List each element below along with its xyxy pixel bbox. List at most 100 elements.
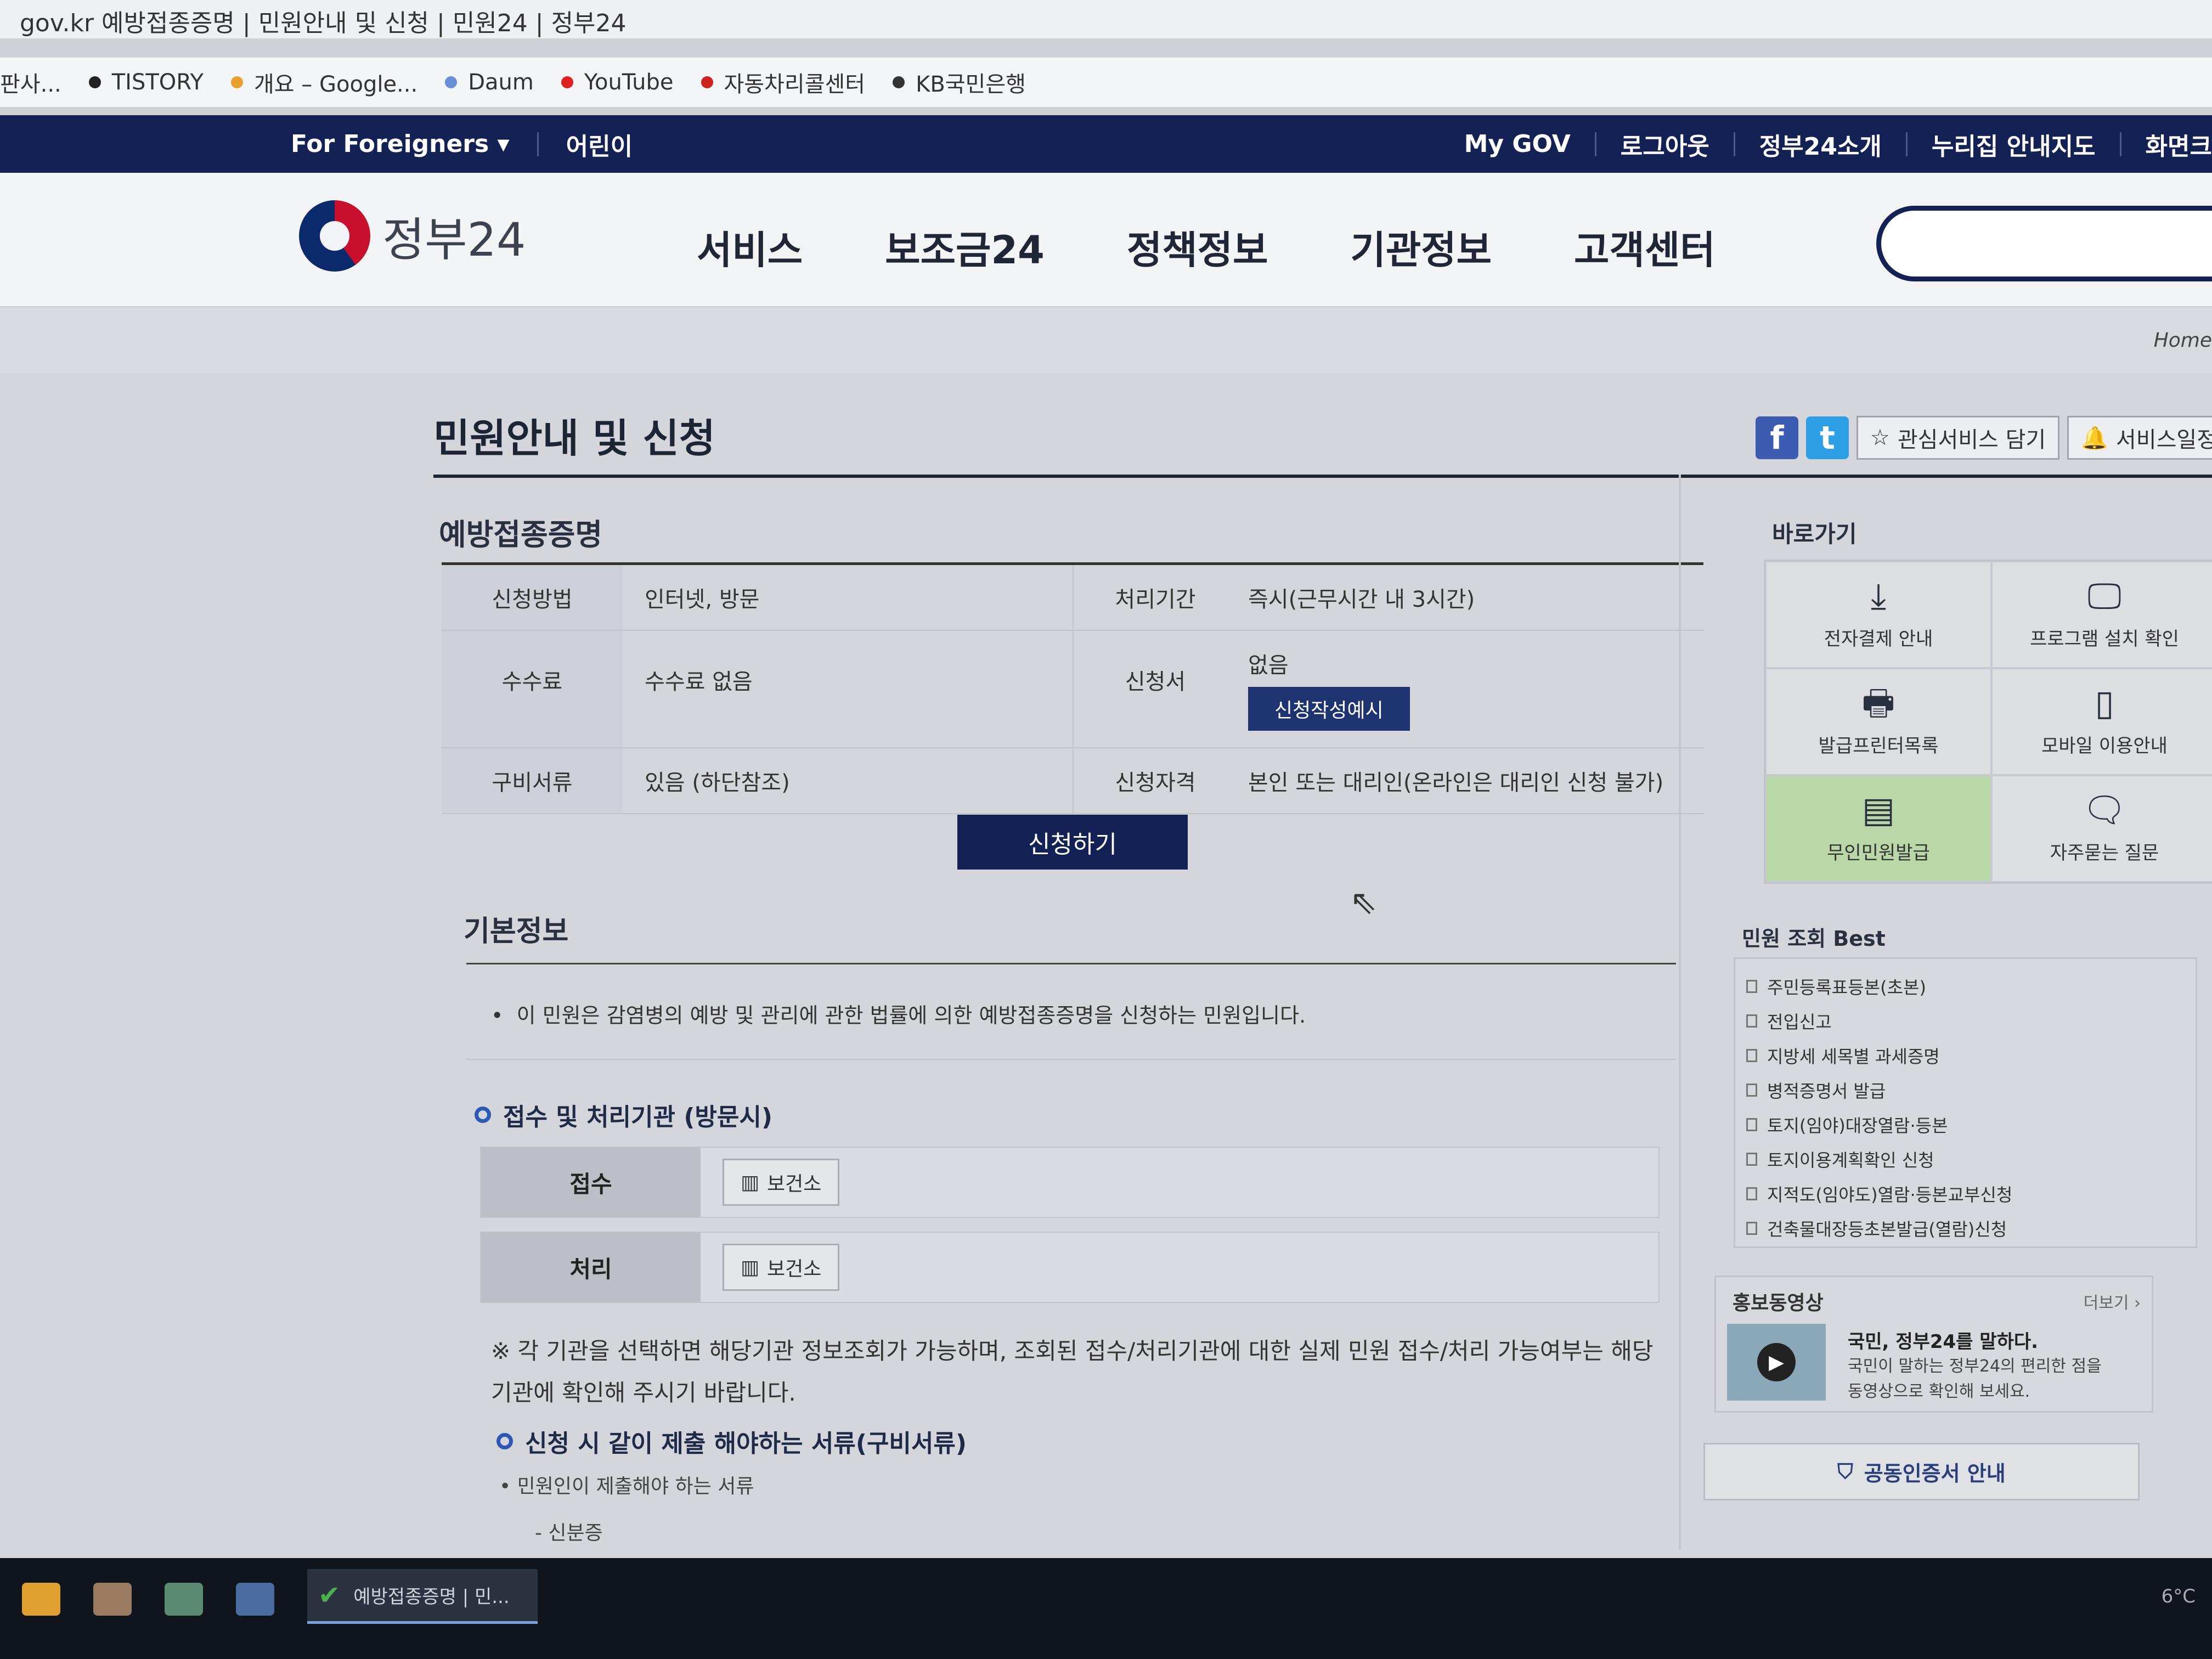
shield-icon: ⛉ [1837, 1459, 1853, 1483]
list-item[interactable]: 토지(임야)대장열람·등본 [1746, 1107, 2185, 1142]
bookmark-item[interactable]: Daum [445, 70, 534, 95]
bookmark-item[interactable]: TISTORY [88, 70, 204, 95]
main-menu-item[interactable]: 서비스 [697, 219, 803, 275]
info-key: 신청자격 [1073, 748, 1237, 813]
document-icon [1746, 1152, 1757, 1166]
for-foreigners-link[interactable]: For Foreigners ▾ [291, 130, 510, 158]
bookmark-item[interactable]: 개요 – Google... [230, 66, 418, 98]
basic-info-title: 기본정보 [464, 915, 569, 948]
bookmark-favicon-icon [230, 76, 243, 88]
promo-desc-line: 국민이 말하는 정부24의 편리한 점을 [1848, 1357, 2102, 1376]
list-item[interactable]: 지방세 세목별 과세증명 [1746, 1038, 2185, 1073]
add-interest-button[interactable]: ☆ 관심서비스 담기 [1857, 416, 2060, 460]
utility-link[interactable]: My GOV [1464, 130, 1571, 158]
bookmark-item[interactable]: KB국민은행 [893, 66, 1026, 98]
document-icon [1746, 1221, 1757, 1235]
quick-link-item[interactable]: 🖵 프로그램 설치 확인 [1991, 561, 2212, 668]
utility-link[interactable]: 로그아웃 [1621, 127, 1709, 162]
kiosk-icon: ▤ [1861, 790, 1895, 831]
folder-icon[interactable] [22, 1583, 60, 1616]
service-name: 예방접종증명 [439, 517, 603, 552]
list-item[interactable]: 병적증명서 발급 [1746, 1073, 2185, 1107]
service-info-table: 신청방법 인터넷, 방문 처리기간 즉시(근무시간 내 3시간) 수수료 수수료… [442, 562, 1703, 814]
quick-link-item[interactable]: ⤓ 전자결제 안내 [1765, 561, 1991, 668]
main-menu-item[interactable]: 정책정보 [1127, 219, 1268, 275]
org-label: 처리 [481, 1233, 701, 1302]
org-chip-label: 보건소 [767, 1173, 822, 1195]
org-chip-button[interactable]: ▥ 보건소 [723, 1244, 840, 1291]
certificate-guide-button[interactable]: ⛉ 공동인증서 안내 [1703, 1443, 2140, 1500]
twitter-icon[interactable]: t [1806, 416, 1849, 459]
list-item-label: 토지(임야)대장열람·등본 [1767, 1115, 1948, 1136]
org-section-head: 접수 및 처리기관 (방문시) [475, 1097, 772, 1132]
org-chip-button[interactable]: ▥ 보건소 [723, 1159, 840, 1206]
quick-links-title: 바로가기 [1772, 521, 1857, 548]
kids-link[interactable]: 어린이 [566, 127, 633, 162]
list-item[interactable]: 건축물대장등초본발급(열람)신청 [1746, 1211, 2185, 1245]
add-schedule-label: 서비스일정 등록 [2116, 427, 2212, 453]
list-item[interactable]: 전입신고 [1746, 1003, 2185, 1038]
add-schedule-button[interactable]: 🔔 서비스일정 등록 [2067, 416, 2212, 460]
main-menu-item[interactable]: 기관정보 [1350, 219, 1492, 275]
list-item[interactable]: 지적도(임야도)열람·등본교부신청 [1746, 1176, 2185, 1211]
divider [466, 963, 1676, 964]
info-value: 없음 [1248, 653, 1289, 678]
main-content: 민원안내 및 신청 f t ☆ 관심서비스 담기 🔔 서비스일정 등록 예방접종… [0, 373, 2212, 1558]
org-chip-label: 보건소 [767, 1258, 822, 1280]
taskbar-browser-app[interactable]: ✔ 예방접종증명 | 민... [307, 1569, 538, 1624]
bell-icon: 🔔 [2081, 425, 2108, 451]
utility-link[interactable]: 누리집 안내지도 [1932, 127, 2096, 162]
apply-button[interactable]: 신청하기 [957, 815, 1188, 870]
quick-link-item[interactable]: ▯ 모바일 이용안내 [1991, 668, 2212, 775]
promo-more-link[interactable]: 더보기 › [2084, 1289, 2141, 1313]
info-key: 신청서 [1073, 631, 1237, 747]
quick-link-item[interactable]: 🖶 발급프린터목록 [1765, 668, 1991, 775]
breadcrumb-home[interactable]: Home [2154, 329, 2212, 352]
quick-link-item[interactable]: ▤ 무인민원발급 [1765, 775, 1991, 882]
faq-icon: 🗨 [2082, 790, 2127, 831]
browser-title: gov.kr 예방접종증명 | 민원안내 및 신청 | 민원24 | 정부24 [0, 0, 2212, 38]
bookmark-item[interactable]: 판사... [0, 66, 61, 98]
paint-icon[interactable] [93, 1583, 132, 1616]
bookmark-label: 자동차리콜센터 [724, 72, 866, 97]
info-key: 처리기간 [1073, 565, 1237, 630]
quick-link-item[interactable]: 🗨 자주묻는 질문 [1991, 775, 2212, 882]
best-list: 주민등록표등본(초본) 전입신고 지방세 세목별 과세증명 병적증명서 발급토지(임야… [1734, 957, 2197, 1248]
os-taskbar: ✔ 예방접종증명 | 민... 6°C [0, 1558, 2212, 1659]
search-input[interactable] [1876, 206, 2212, 281]
facebook-icon[interactable]: f [1756, 416, 1798, 459]
taskbar-tray: 6°C [2161, 1585, 2196, 1607]
notebook-icon[interactable] [165, 1583, 203, 1616]
main-menu-item[interactable]: 보조금24 [885, 219, 1045, 275]
bookmark-label: 개요 – Google... [253, 72, 418, 97]
main-menu-item[interactable]: 고객센터 [1574, 219, 1716, 275]
org-label: 접수 [481, 1148, 701, 1217]
divider [2119, 132, 2121, 156]
promo-headline[interactable]: 국민, 정부24를 말하다. [1848, 1327, 2038, 1353]
bookmark-item[interactable]: YouTube [561, 70, 674, 95]
bookmark-favicon-icon [701, 76, 713, 88]
building-icon: ▥ [741, 1256, 760, 1279]
taskbar-app-label: 예방접종증명 | 민... [353, 1586, 510, 1608]
promo-thumbnail[interactable]: ▶ [1727, 1324, 1826, 1401]
printer-icon: 🖶 [1861, 683, 1895, 724]
document-icon [1746, 979, 1757, 993]
site-logo[interactable]: 정부24 [299, 200, 526, 272]
docs-subtitle: • 민원인이 제출해야 하는 서류 [499, 1475, 754, 1498]
form-example-button[interactable]: 신청작성예시 [1248, 687, 1410, 731]
document-icon [1746, 1187, 1757, 1200]
list-item[interactable]: 토지이용계획확인 신청 [1746, 1142, 2185, 1176]
list-item-label: 건축물대장등초본발급(열람)신청 [1767, 1218, 2007, 1240]
info-key: 신청방법 [442, 565, 623, 630]
share-toolbar: f t ☆ 관심서비스 담기 🔔 서비스일정 등록 [1756, 416, 2212, 460]
utility-link[interactable]: 화면크 [2146, 127, 2212, 162]
quick-link-label: 모바일 이용안내 [2041, 735, 2168, 757]
bookmark-item[interactable]: 자동차리콜센터 [701, 66, 866, 98]
utility-link[interactable]: 정부24소개 [1759, 127, 1882, 162]
taeguk-logo-icon [299, 200, 370, 272]
org-row-process: 처리 ▥ 보건소 [480, 1232, 1660, 1303]
calculator-icon[interactable] [236, 1583, 274, 1616]
circle-bullet-icon [496, 1433, 513, 1449]
list-item[interactable]: 주민등록표등본(초본) [1746, 969, 2185, 1003]
best-title: 민원 조회 Best [1742, 927, 1886, 951]
